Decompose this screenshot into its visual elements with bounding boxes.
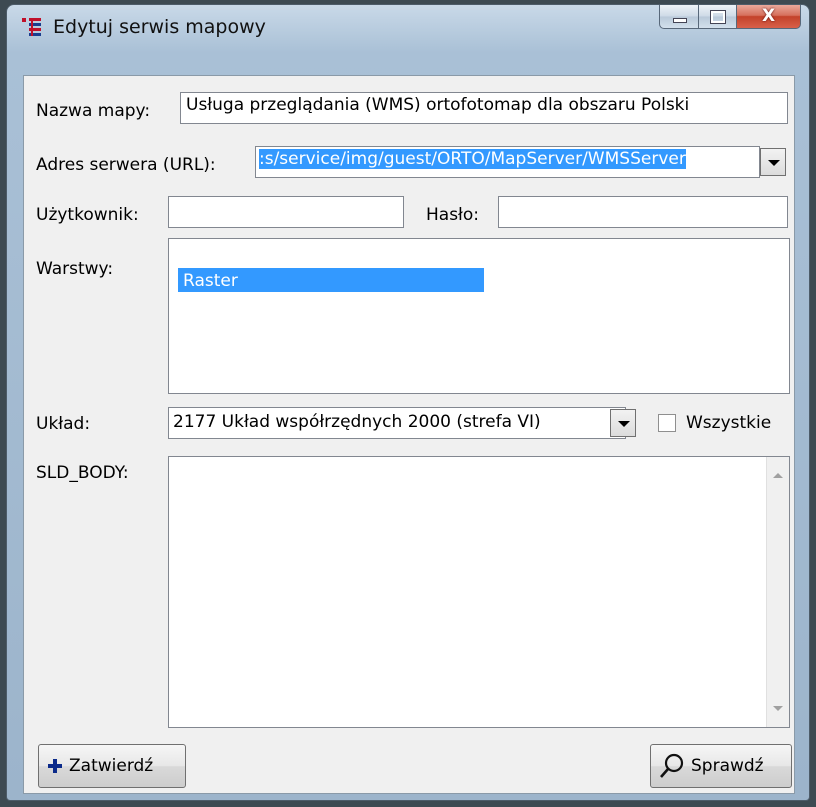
sld-body-textarea[interactable] [168, 456, 790, 728]
password-input[interactable] [498, 196, 788, 228]
user-input[interactable] [168, 196, 404, 228]
title-bar[interactable]: Edytuj serwis mapowy X [7, 5, 809, 49]
layer-item-raster[interactable]: Raster [178, 268, 484, 292]
check-button[interactable]: Sprawdź [650, 744, 792, 788]
layers-listbox[interactable]: Raster [168, 238, 790, 394]
scroll-up-icon[interactable] [773, 473, 783, 478]
magnifier-icon [660, 753, 684, 778]
confirm-button[interactable]: Zatwierdź [38, 744, 186, 788]
plus-icon [48, 759, 62, 773]
sld-body-label: SLD_BODY: [36, 463, 129, 483]
crs-combobox[interactable]: 2177 Układ współrzędnych 2000 (strefa VI… [168, 407, 626, 439]
user-label: Użytkownik: [36, 205, 139, 225]
crs-dropdown-button[interactable] [610, 409, 636, 437]
app-layers-icon [22, 18, 41, 36]
close-icon: X [761, 6, 776, 26]
window-title: Edytuj serwis mapowy [53, 16, 266, 38]
minimize-button[interactable] [659, 5, 699, 29]
check-button-label: Sprawdź [691, 756, 764, 776]
close-button[interactable]: X [737, 5, 801, 29]
map-name-label: Nazwa mapy: [36, 101, 151, 121]
caption-buttons: X [659, 5, 801, 31]
dialog-client-area: Nazwa mapy: Usługa przeglądania (WMS) or… [23, 75, 795, 794]
server-url-label: Adres serwera (URL): [36, 155, 216, 175]
maximize-button[interactable] [699, 5, 737, 29]
map-name-input[interactable]: Usługa przeglądania (WMS) ortofotomap dl… [180, 92, 788, 124]
password-label: Hasło: [426, 205, 480, 225]
layers-label: Warstwy: [36, 259, 114, 279]
dialog-window: Edytuj serwis mapowy X Nazwa mapy: Usług… [6, 4, 810, 801]
server-url-dropdown-button[interactable] [760, 148, 786, 176]
all-crs-label[interactable]: Wszystkie [686, 413, 771, 433]
scroll-down-icon[interactable] [773, 706, 783, 711]
server-url-value: :s/service/img/guest/ORTO/MapServer/WMSS… [259, 149, 686, 169]
server-url-combobox[interactable]: :s/service/img/guest/ORTO/MapServer/WMSS… [255, 146, 760, 178]
all-crs-checkbox[interactable] [658, 414, 676, 432]
sld-body-scrollbar[interactable] [766, 457, 789, 727]
confirm-button-label: Zatwierdź [69, 756, 154, 776]
crs-label: Układ: [36, 414, 91, 434]
